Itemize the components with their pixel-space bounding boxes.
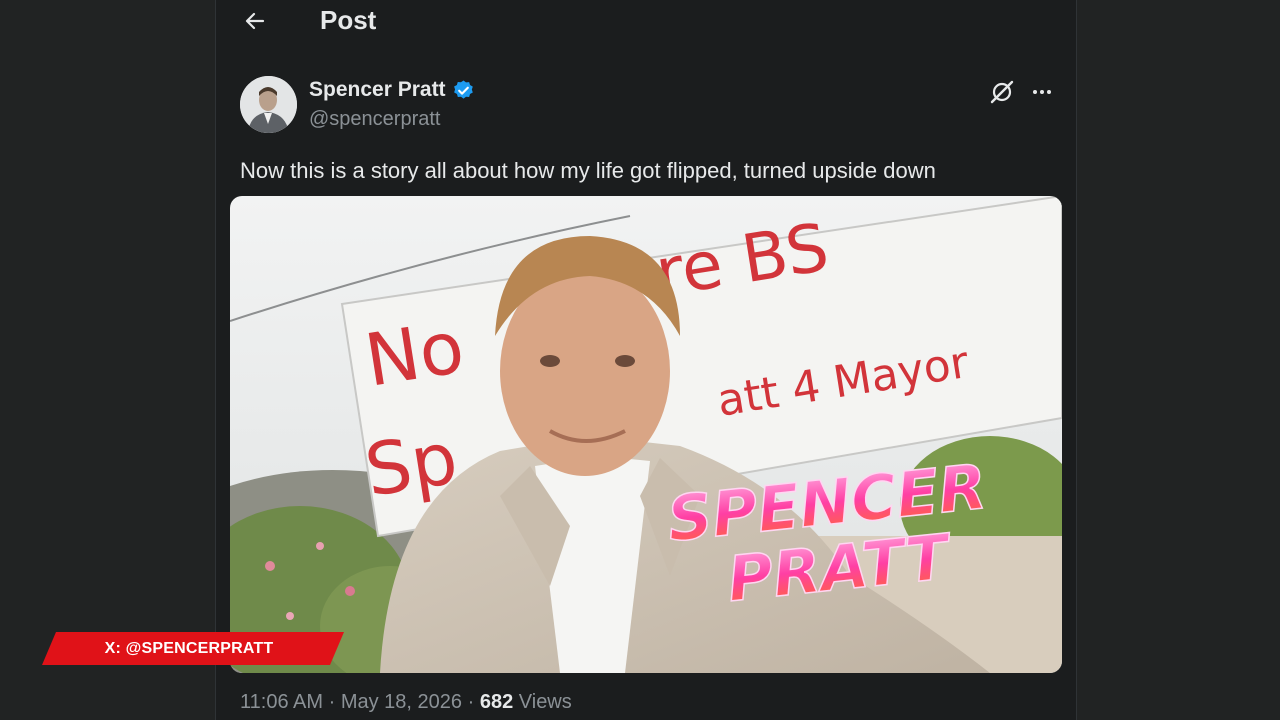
more-button[interactable] bbox=[1028, 78, 1056, 106]
author-name-row: Spencer Pratt bbox=[309, 78, 475, 102]
more-horizontal-icon bbox=[1033, 90, 1051, 94]
back-button[interactable] bbox=[240, 6, 270, 36]
post-media-image[interactable]: No re BS Sp att 4 Mayor SPENCER PRATT bbox=[230, 196, 1062, 673]
post-header: Post bbox=[216, 0, 1076, 44]
lower-third-banner: X: @SPENCERPRATT bbox=[42, 632, 344, 665]
avatar[interactable] bbox=[240, 76, 297, 133]
page-title: Post bbox=[320, 5, 377, 35]
post-text: Now this is a story all about how my lif… bbox=[240, 158, 936, 183]
grok-icon bbox=[990, 80, 1014, 104]
author-display-name[interactable]: Spencer Pratt bbox=[309, 78, 446, 102]
meta-separator: · bbox=[467, 691, 475, 713]
views-count: 682 bbox=[479, 691, 514, 713]
video-frame: Post Spencer Pratt @spencerpratt Now thi… bbox=[0, 0, 1280, 720]
views-label: Views bbox=[518, 691, 572, 713]
verified-badge-icon bbox=[453, 79, 473, 99]
arrow-left-icon bbox=[245, 12, 265, 30]
grok-button[interactable] bbox=[988, 78, 1016, 106]
post-date[interactable]: May 18, 2026 bbox=[341, 691, 462, 713]
post-meta: 11:06 AM · May 18, 2026 · 682 Views bbox=[240, 691, 572, 714]
post-column: Post Spencer Pratt @spencerpratt Now thi… bbox=[215, 0, 1077, 720]
meta-separator: · bbox=[328, 691, 336, 713]
post-time[interactable]: 11:06 AM bbox=[240, 691, 323, 713]
author-handle[interactable]: @spencerpratt bbox=[309, 108, 440, 131]
svg-text:No: No bbox=[360, 305, 470, 403]
lower-third-text: X: @SPENCERPRATT bbox=[104, 639, 274, 657]
